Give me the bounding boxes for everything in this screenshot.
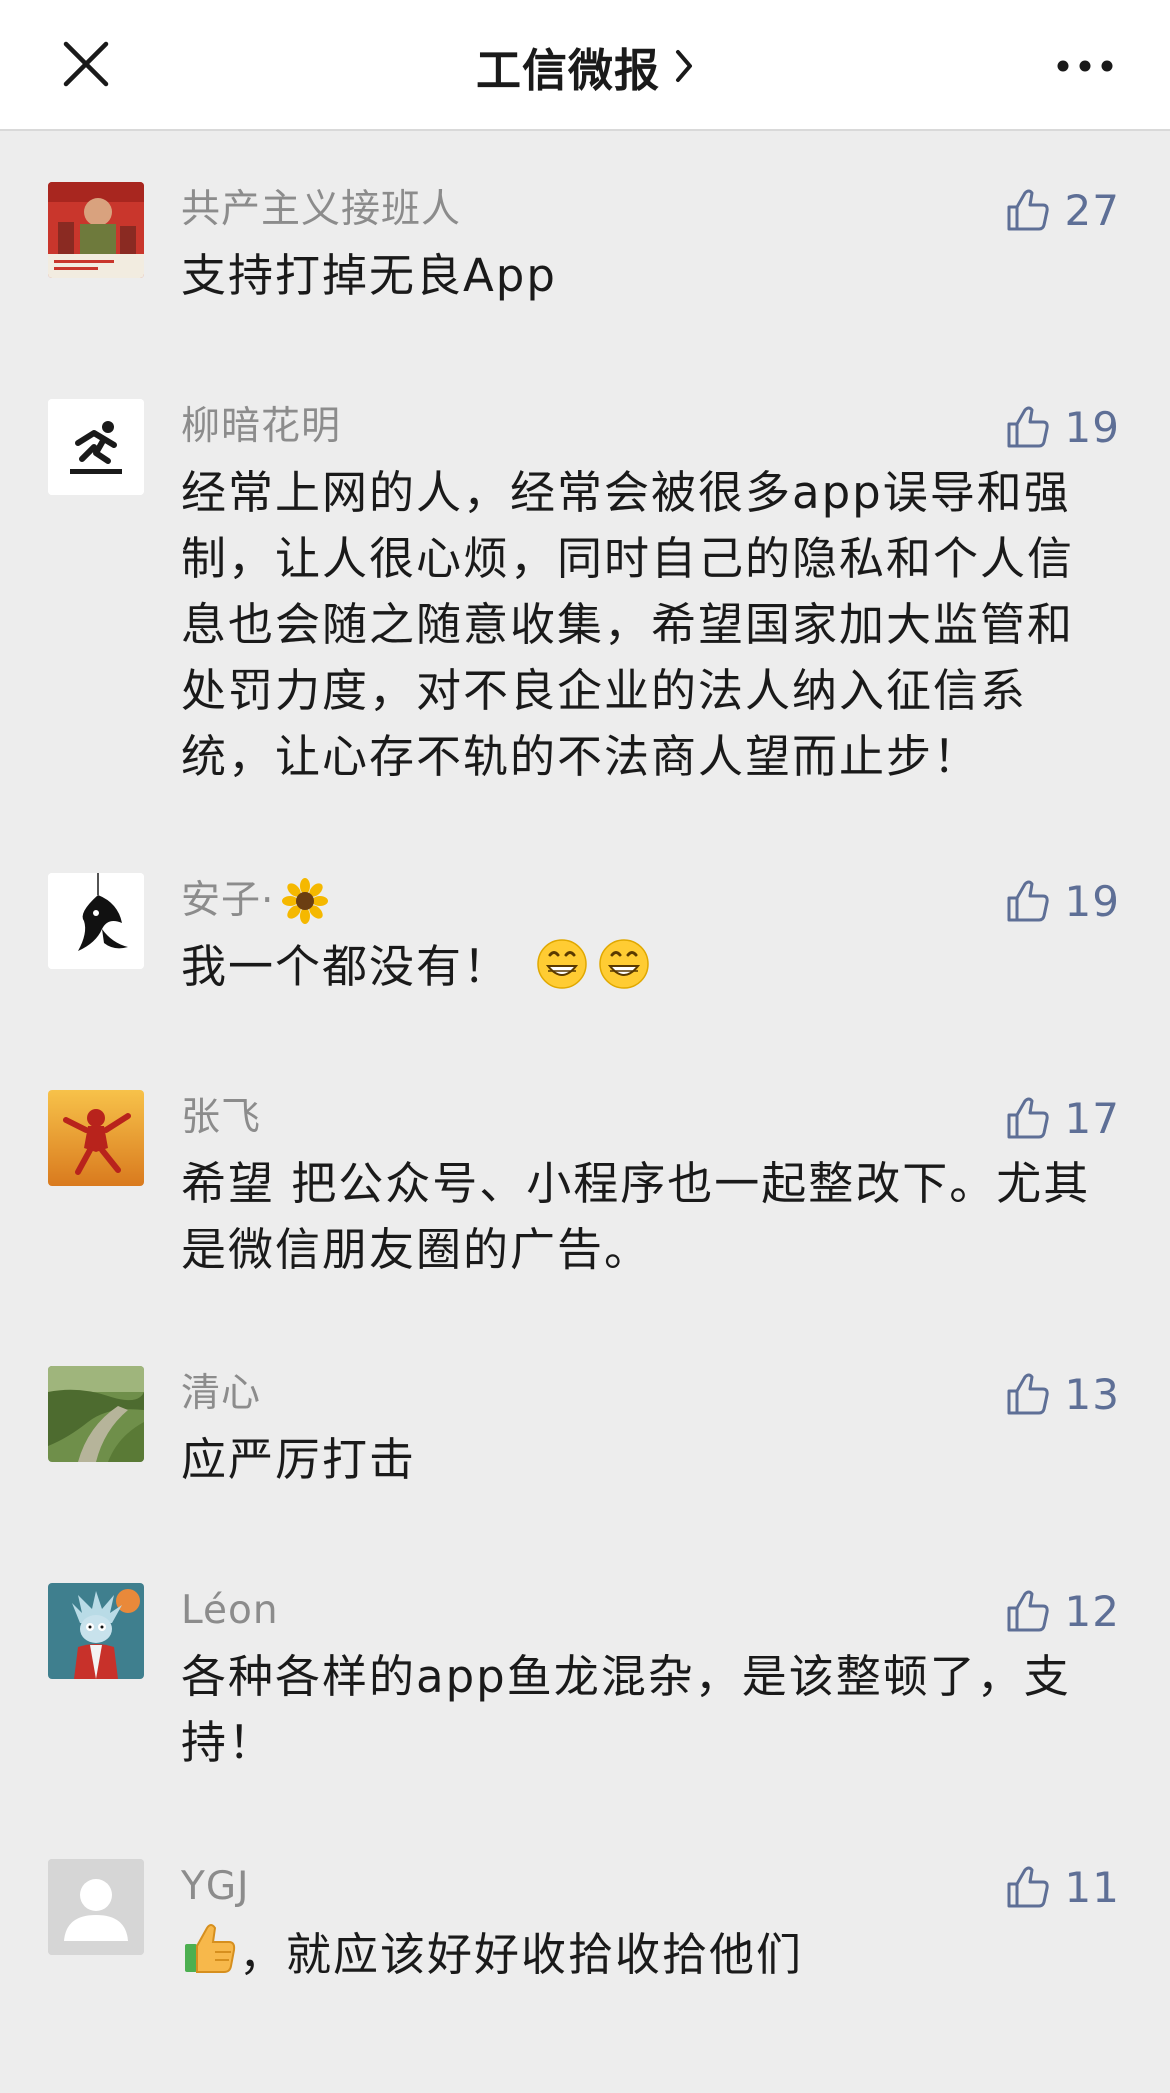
thumbs-up-icon [1007,1866,1049,1908]
comment-text: 希望 把公众号、小程序也一起整改下。尤其是微信朋友圈的广告。 [181,1157,1091,1276]
spider-man-avatar[interactable] [48,1090,144,1186]
page-title: 工信微报 [475,43,660,97]
comment-text: 我一个都没有！ [181,934,1120,1000]
commenter-name[interactable]: 清心 [181,1363,261,1425]
like-button[interactable]: 17 [1005,1087,1120,1149]
comment-item: YGJ 11 ，就应该好好收拾收拾他们 [0,1856,1170,1988]
grinning-face-emoji [537,939,587,989]
commenter-name[interactable]: 张飞 [181,1087,261,1149]
cartoon-character-avatar[interactable] [48,1583,144,1679]
chevron-right-icon [676,50,692,82]
thumbs-up-icon [1007,189,1049,231]
thumbs-up-icon [1007,880,1049,922]
comment-item: 清心 13 应严厉打击 [0,1363,1170,1493]
like-count: 11 [1064,1862,1120,1912]
comment-text: 支持打掉无良App [181,249,557,302]
title-link[interactable]: 工信微报 [0,30,1170,102]
thumbs-up-icon [1007,1097,1049,1139]
ink-bird-avatar[interactable] [48,873,144,969]
thumbs-up-icon [1007,1590,1049,1632]
more-icon [1057,60,1113,72]
comment-list: 共产主义接班人 27 支持打掉无良App 柳暗花明 19 经常上网的人，经常会被… [0,131,1170,1988]
comment-item: Léon 12 各种各样的app鱼龙混杂，是该整顿了，支持！ [0,1580,1170,1776]
like-count: 27 [1064,185,1120,235]
sunflower-emoji [282,878,329,924]
default-user-avatar[interactable] [48,1859,144,1955]
river-landscape-avatar[interactable] [48,1366,144,1462]
comment-text: 经常上网的人，经常会被很多app误导和强制，让人很心烦，同时自己的隐私和个人信息… [181,466,1075,783]
comment-text-content: 我一个都没有！ [181,940,511,993]
comment-item: 安子· 19 我一个都没有！ [0,870,1170,1000]
commenter-name[interactable]: Léon [181,1580,279,1642]
commenter-name-text: 安子· [181,878,275,923]
comment-item: 柳暗花明 19 经常上网的人，经常会被很多app误导和强制，让人很心烦，同时自己… [0,396,1170,790]
like-button[interactable]: 27 [1005,179,1120,241]
thumbs-up-icon [1007,406,1049,448]
like-count: 19 [1064,402,1120,452]
comment-text: 应严厉打击 [181,1433,417,1486]
commenter-name[interactable]: 柳暗花明 [181,396,341,458]
more-button[interactable] [1040,30,1130,102]
like-button[interactable]: 19 [1005,396,1120,458]
comment-item: 张飞 17 希望 把公众号、小程序也一起整改下。尤其是微信朋友圈的广告。 [0,1087,1170,1283]
top-bar: 工信微报 [0,0,1170,131]
grinning-face-emoji [599,939,649,989]
comment-text: ，就应该好好收拾收拾他们 [181,1920,1120,1988]
comment-text-content: ，就应该好好收拾收拾他们 [239,1928,804,1981]
comment-item: 共产主义接班人 27 支持打掉无良App [0,179,1170,309]
like-count: 17 [1064,1093,1120,1143]
like-count: 19 [1064,876,1120,926]
runner-icon-avatar[interactable] [48,399,144,495]
like-button[interactable]: 19 [1005,870,1120,932]
comment-text: 各种各样的app鱼龙混杂，是该整顿了，支持！ [181,1650,1071,1769]
commenter-name[interactable]: 安子· [181,870,329,932]
thumbs-up-emoji [185,1924,236,1973]
like-button[interactable]: 12 [1005,1580,1120,1642]
like-count: 13 [1064,1369,1120,1419]
propaganda-poster-avatar[interactable] [48,182,144,278]
like-count: 12 [1064,1586,1120,1636]
commenter-name[interactable]: YGJ [181,1856,250,1918]
thumbs-up-icon [1007,1373,1049,1415]
like-button[interactable]: 11 [1005,1856,1120,1918]
commenter-name[interactable]: 共产主义接班人 [181,179,461,241]
like-button[interactable]: 13 [1005,1363,1120,1425]
